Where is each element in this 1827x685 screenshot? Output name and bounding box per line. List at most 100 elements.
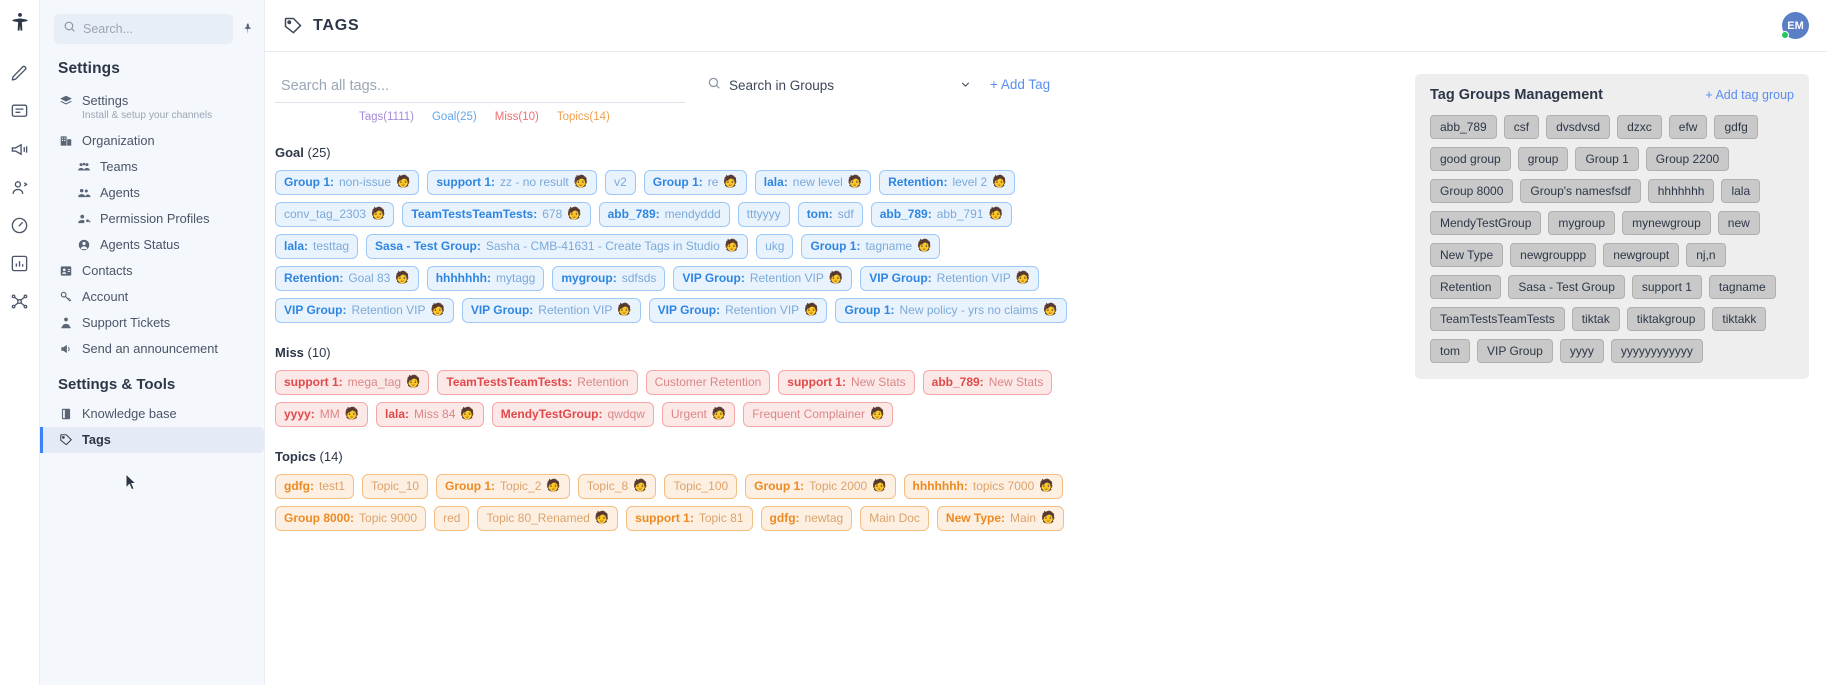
tag-group-chip[interactable]: nj,n	[1686, 243, 1726, 267]
contacts-icon[interactable]	[9, 176, 31, 198]
tag-chip[interactable]: hhhhhhh: topics 7000 🧑	[903, 474, 1063, 499]
tag-chip[interactable]: TeamTestsTeamTests: Retention	[437, 370, 638, 395]
tag-group-chip[interactable]: lala	[1721, 179, 1761, 203]
tag-chip[interactable]: New Type: Main 🧑	[936, 506, 1065, 531]
tag-chip[interactable]: VIP Group: Retention VIP 🧑	[673, 266, 853, 291]
tag-chip[interactable]: Topic 80_Renamed 🧑	[477, 506, 619, 531]
tag-group-chip[interactable]: hhhhhhh	[1647, 179, 1715, 203]
tag-group-chip[interactable]: tiktakgroup	[1626, 307, 1706, 331]
filter-tab-topics[interactable]: Topics(14)	[557, 111, 610, 123]
tag-group-chip[interactable]: efw	[1668, 115, 1708, 139]
megaphone-icon[interactable]	[9, 138, 31, 160]
tag-group-chip[interactable]: Group 1	[1575, 147, 1639, 171]
tag-chip[interactable]: abb_789: mendyddd	[598, 202, 730, 227]
search-in-groups-select[interactable]: Search in Groups	[707, 74, 972, 95]
tag-chip[interactable]: yyyy: MM 🧑	[275, 402, 369, 427]
pin-icon[interactable]	[241, 22, 254, 36]
filter-tab-miss[interactable]: Miss(10)	[495, 111, 539, 123]
tag-chip[interactable]: VIP Group: Retention VIP 🧑	[860, 266, 1040, 291]
tag-chip[interactable]: lala: new level 🧑	[754, 170, 872, 195]
pencil-icon[interactable]	[9, 62, 31, 84]
tag-group-chip[interactable]: abb_789	[1430, 115, 1497, 139]
tag-chip[interactable]: tttyyyy	[737, 202, 790, 227]
filter-tab-tags[interactable]: Tags(1111)	[359, 111, 414, 123]
tag-chip[interactable]: support 1: mega_tag 🧑	[275, 370, 430, 395]
tag-chip[interactable]: conv_tag_2303 🧑	[275, 202, 395, 227]
app-logo-icon[interactable]	[9, 12, 31, 34]
tag-chip[interactable]: red	[434, 506, 470, 531]
tag-chip[interactable]: mygroup: sdfsds	[552, 266, 666, 291]
tag-chip[interactable]: lala: testtag	[275, 234, 359, 259]
sidebar-item-account[interactable]: Account	[40, 284, 264, 310]
sidebar-item-permission-profiles[interactable]: Permission Profiles	[40, 206, 264, 232]
sidebar-item-tags[interactable]: Tags	[40, 426, 264, 453]
tag-chip[interactable]: Topic_100	[664, 474, 738, 499]
tag-chip[interactable]: lala: Miss 84 🧑	[376, 402, 484, 427]
tag-group-chip[interactable]: TeamTestsTeamTests	[1430, 307, 1565, 331]
tag-group-chip[interactable]: VIP Group	[1477, 339, 1553, 363]
tag-chip[interactable]: TeamTestsTeamTests: 678 🧑	[402, 202, 591, 227]
tag-chip[interactable]: Group 1: Topic 2000 🧑	[745, 474, 896, 499]
tag-chip[interactable]: support 1: Topic 81	[626, 506, 753, 531]
sidebar-item-agents-status[interactable]: Agents Status	[40, 232, 264, 258]
tag-chip[interactable]: Group 1: New policy - yrs no claims 🧑	[835, 298, 1067, 323]
add-tag-button[interactable]: + Add Tag	[990, 74, 1050, 92]
tag-group-chip[interactable]: tiktakk	[1712, 307, 1767, 331]
gauge-icon[interactable]	[9, 214, 31, 236]
tag-group-chip[interactable]: tom	[1430, 339, 1471, 363]
tag-group-chip[interactable]: Group 2200	[1645, 147, 1730, 171]
tag-chip[interactable]: gdfg: newtag	[760, 506, 853, 531]
tag-group-chip[interactable]: mynewgroup	[1622, 211, 1711, 235]
tag-chip[interactable]: VIP Group: Retention VIP 🧑	[648, 298, 828, 323]
tag-group-chip[interactable]: mygroup	[1548, 211, 1616, 235]
tag-group-chip[interactable]: group	[1517, 147, 1569, 171]
tag-chip[interactable]: Topic_10	[362, 474, 429, 499]
search-input[interactable]: Search...	[54, 14, 233, 44]
sidebar-item-support-tickets[interactable]: Support Tickets	[40, 310, 264, 336]
tag-chip[interactable]: Group 8000: Topic 9000	[275, 506, 427, 531]
tag-group-chip[interactable]: Group's namesfsdf	[1520, 179, 1641, 203]
tag-chip[interactable]: tom: sdf	[797, 202, 863, 227]
tag-chip[interactable]: Group 1: Topic_2 🧑	[436, 474, 570, 499]
sidebar-item-knowledge-base[interactable]: Knowledge base	[40, 401, 264, 427]
sidebar-item-organization[interactable]: Organization	[40, 128, 264, 154]
filter-tab-goal[interactable]: Goal(25)	[432, 111, 477, 123]
chat-bubble-icon[interactable]	[9, 100, 31, 122]
network-icon[interactable]	[9, 290, 31, 312]
tag-chip[interactable]: Customer Retention	[645, 370, 771, 395]
tag-group-chip[interactable]: Group 8000	[1430, 179, 1514, 203]
sidebar-item-settings[interactable]: Settings Install & setup your channels	[40, 88, 264, 128]
tag-group-chip[interactable]: MendyTestGroup	[1430, 211, 1542, 235]
sidebar-item-agents[interactable]: Agents	[40, 180, 264, 206]
tag-group-chip[interactable]: New Type	[1430, 243, 1504, 267]
sidebar-item-send-announcement[interactable]: Send an announcement	[40, 336, 264, 362]
bar-chart-icon[interactable]	[9, 252, 31, 274]
tag-group-chip[interactable]: yyyy	[1559, 339, 1604, 363]
tag-chip[interactable]: MendyTestGroup: qwdqw	[491, 402, 654, 427]
tag-group-chip[interactable]: Retention	[1430, 275, 1502, 299]
tag-chip[interactable]: VIP Group: Retention VIP 🧑	[461, 298, 641, 323]
tag-group-chip[interactable]: tagname	[1708, 275, 1776, 299]
tag-chip[interactable]: VIP Group: Retention VIP 🧑	[275, 298, 454, 323]
tag-chip[interactable]: Sasa - Test Group: Sasha - CMB-41631 - Cr…	[366, 234, 749, 259]
tag-group-chip[interactable]: new	[1717, 211, 1760, 235]
tag-chip[interactable]: ukg	[756, 234, 794, 259]
tag-group-chip[interactable]: Sasa - Test Group	[1508, 275, 1625, 299]
tag-chip[interactable]: Group 1: non-issue 🧑	[275, 170, 420, 195]
tag-chip[interactable]: abb_789: New Stats	[922, 370, 1053, 395]
tag-group-chip[interactable]: gdfg	[1714, 115, 1758, 139]
tag-group-chip[interactable]: yyyyyyyyyyyy	[1610, 339, 1703, 363]
tag-chip[interactable]: Frequent Complainer 🧑	[743, 402, 894, 427]
tag-chip[interactable]: Retention: Goal 83 🧑	[275, 266, 419, 291]
tag-chip[interactable]: support 1: New Stats	[778, 370, 915, 395]
tag-chip[interactable]: Group 1: tagname 🧑	[801, 234, 941, 259]
tag-group-chip[interactable]: support 1	[1631, 275, 1702, 299]
tag-group-chip[interactable]: csf	[1503, 115, 1540, 139]
tag-chip[interactable]: hhhhhhh: mytagg	[426, 266, 545, 291]
avatar[interactable]: EM	[1781, 12, 1809, 39]
tag-chip[interactable]: support 1: zz - no result 🧑	[427, 170, 598, 195]
tag-chip[interactable]: Main Doc	[860, 506, 929, 531]
sidebar-item-contacts[interactable]: Contacts	[40, 258, 264, 284]
tag-chip[interactable]: v2	[605, 170, 636, 195]
tag-group-chip[interactable]: tiktak	[1571, 307, 1620, 331]
